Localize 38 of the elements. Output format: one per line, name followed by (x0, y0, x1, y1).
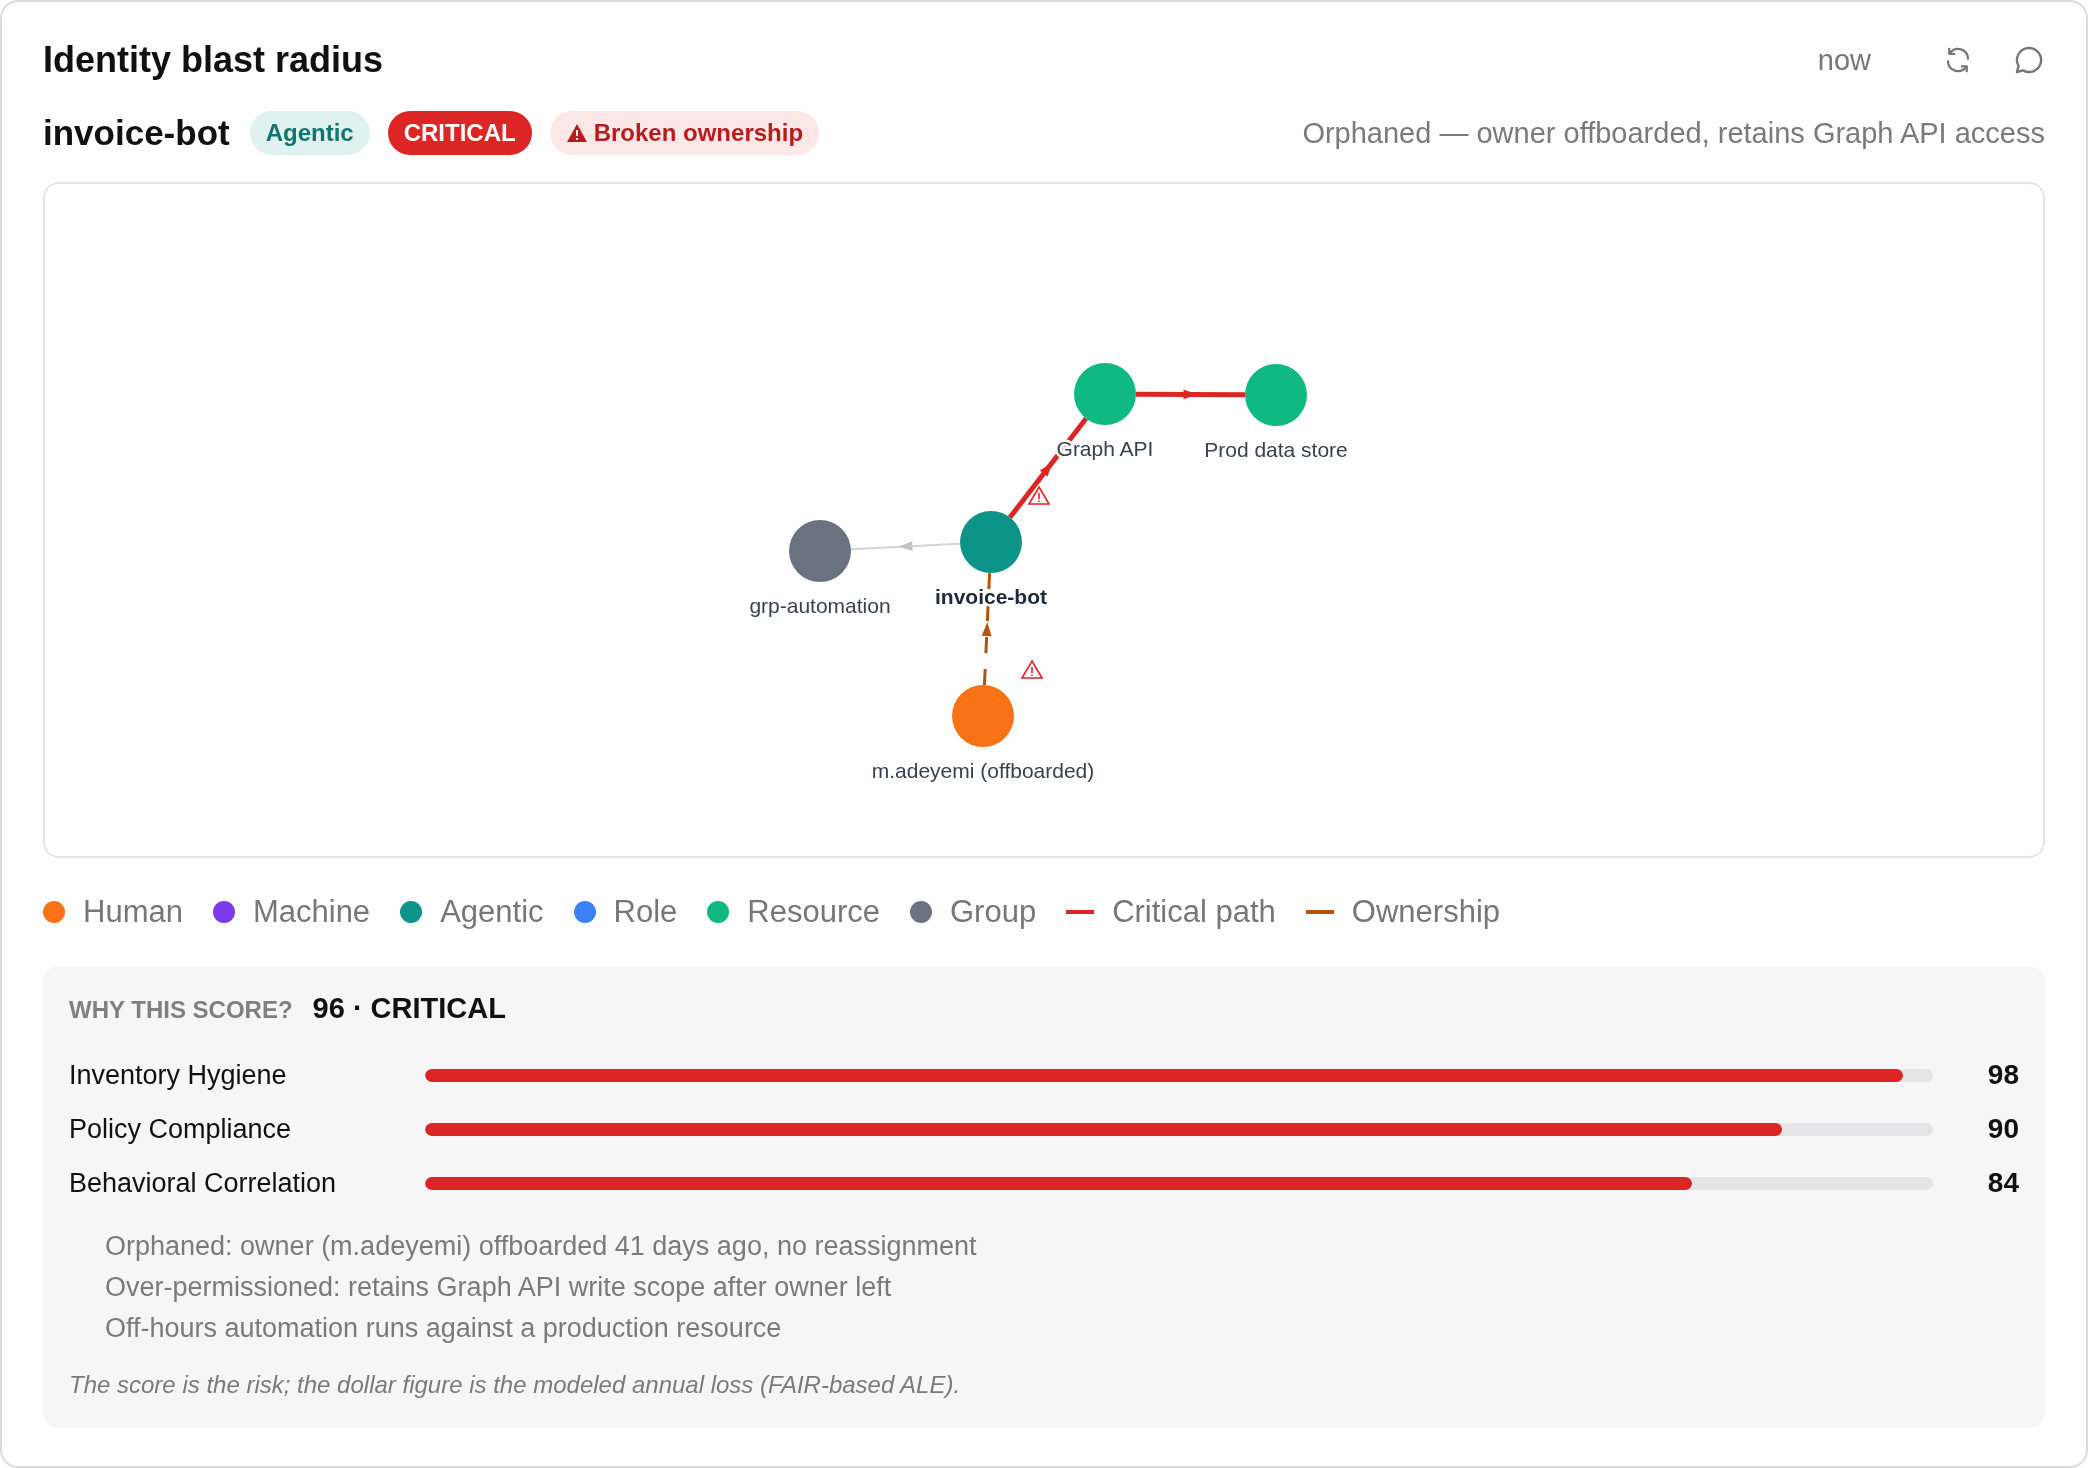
warning-icon (565, 123, 588, 143)
factor-score: 90 (1986, 1113, 2019, 1145)
reason-text: Off-hours automation runs against a production resource (105, 1312, 783, 1345)
legend-label: Role (613, 894, 678, 930)
card-title: Identity blast radius (43, 39, 385, 81)
factor-score: 98 (1986, 1059, 2019, 1091)
node-label: Prod data store (1204, 438, 1348, 461)
node-label: grp-automation (749, 594, 891, 617)
severity-badge: CRITICAL (387, 111, 532, 155)
comment-icon[interactable] (2013, 44, 2045, 76)
alert-badge: Broken ownership (549, 111, 820, 155)
identity-summary: Orphaned — owner offboarded, retains Graph API access (1302, 116, 2045, 150)
footnote: The score is the risk; the dollar figure is the modeled annual loss (FAIR-based ALE). (69, 1371, 962, 1399)
overall-score: 96 · CRITICAL (312, 992, 506, 1025)
reason-text: Orphaned: owner (m.adeyemi) offboarded 41 days ago, no reassignment (105, 1230, 978, 1263)
legend-label: Critical path (1112, 894, 1276, 930)
reason-text: Over-permissioned: retains Graph API write scope after owner left (105, 1271, 893, 1304)
legend-label: Agentic (440, 894, 544, 930)
graph-node[interactable] (789, 520, 851, 582)
node-label: m.adeyemi (offboarded) (871, 759, 1095, 782)
timestamp: now (1817, 43, 1871, 77)
factor-label: Behavioral Correlation (69, 1167, 338, 1199)
graph-node[interactable] (1245, 364, 1307, 426)
graph-node[interactable] (1074, 363, 1136, 425)
factor-score: 84 (1986, 1167, 2019, 1199)
node-label: invoice-bot (935, 585, 1047, 608)
section-heading: WHY THIS SCORE? (69, 996, 293, 1024)
graph-node[interactable] (952, 685, 1014, 747)
factor-label: Inventory Hygiene (69, 1059, 288, 1091)
graph-node[interactable] (960, 511, 1022, 573)
identity-name: invoice-bot (43, 113, 230, 153)
factor-label: Policy Compliance (69, 1113, 293, 1145)
type-badge: Agentic (249, 111, 370, 155)
legend-label: Resource (747, 894, 880, 930)
legend-label: Human (83, 894, 183, 930)
legend-label: Ownership (1351, 894, 1501, 930)
legend-label: Machine (252, 894, 371, 930)
legend-label: Group (950, 894, 1037, 930)
